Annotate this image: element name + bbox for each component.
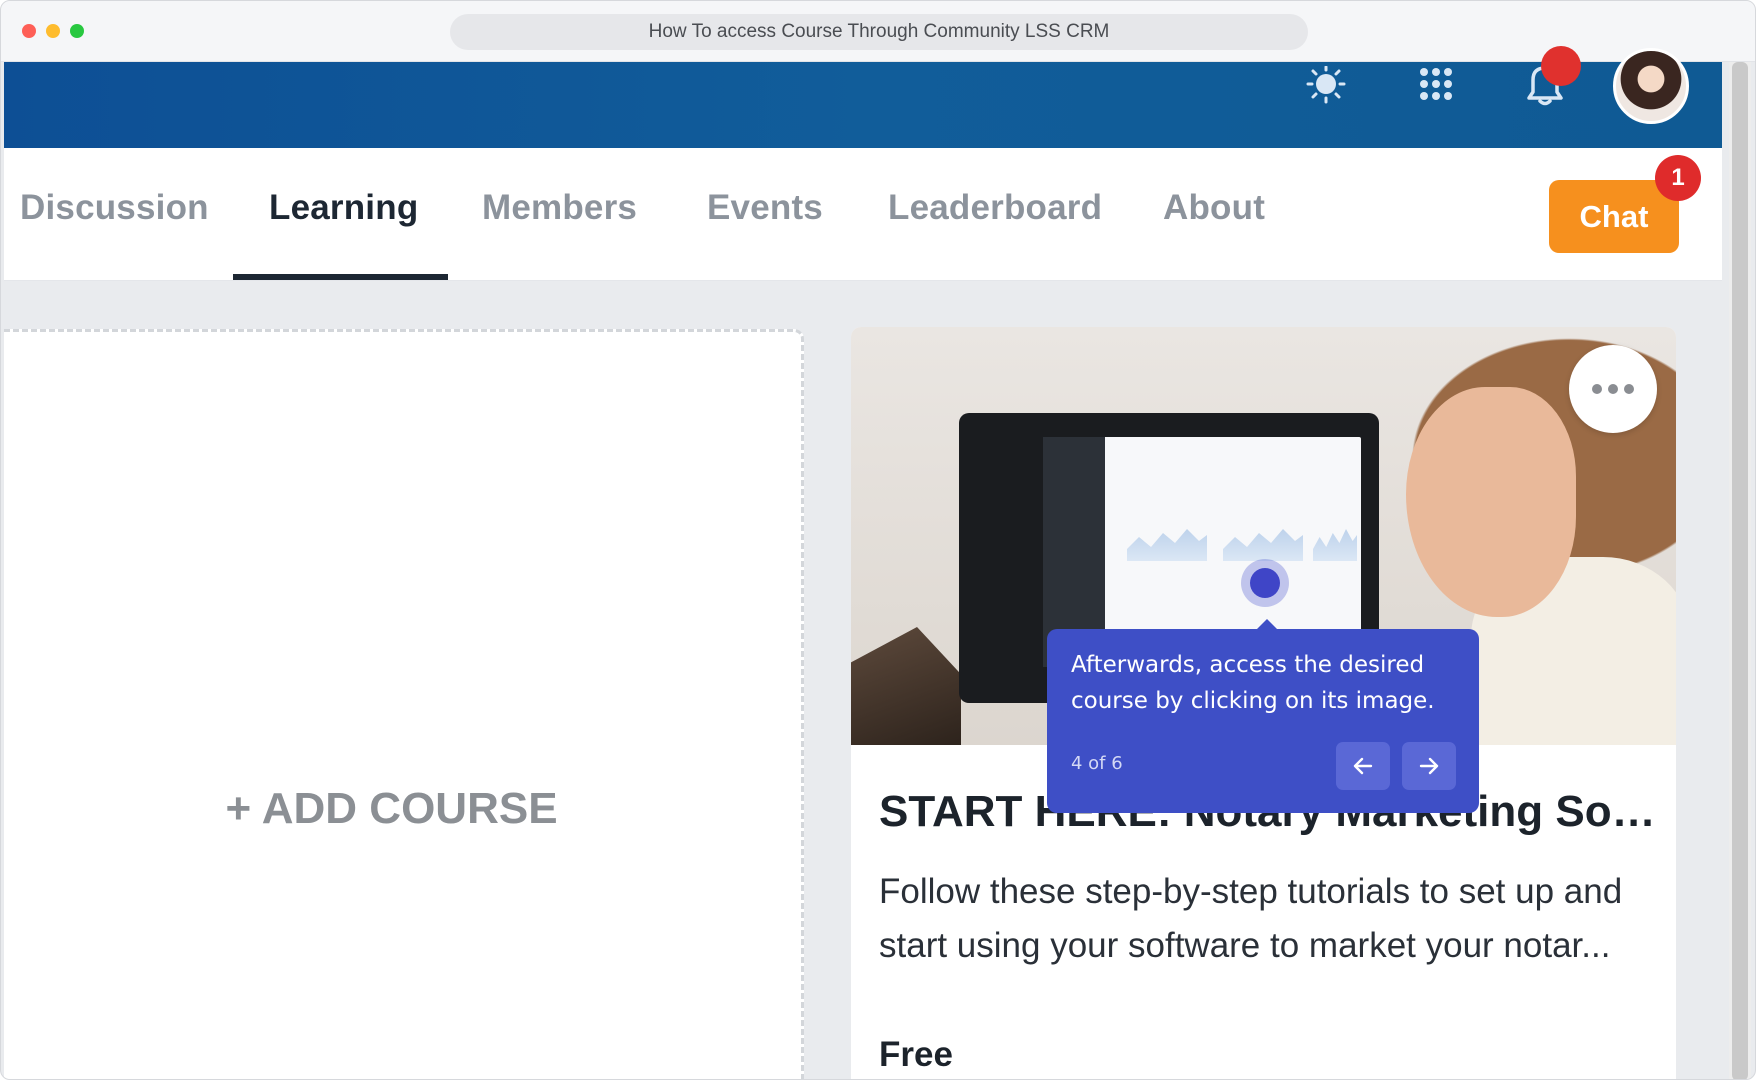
course-description: Follow these step-by-step tutorials to s… — [879, 872, 1623, 965]
minimize-window-button[interactable] — [46, 24, 60, 38]
tab-events[interactable]: Events — [707, 188, 823, 228]
close-window-button[interactable] — [22, 24, 36, 38]
dashboard-screen — [1043, 437, 1361, 667]
scrollbar-thumb[interactable] — [1732, 62, 1748, 1079]
sparkline-2 — [1223, 529, 1303, 561]
dot — [1592, 384, 1602, 394]
dot — [1608, 384, 1618, 394]
avatar[interactable] — [1613, 48, 1689, 124]
tour-prev-button[interactable] — [1336, 742, 1390, 790]
tab-learning[interactable]: Learning — [269, 188, 418, 228]
tab-about[interactable]: About — [1163, 188, 1265, 228]
sparkline-1 — [1127, 529, 1207, 561]
tab-leaderboard[interactable]: Leaderboard — [888, 188, 1102, 228]
chat-badge: 1 — [1655, 155, 1701, 201]
add-course-card[interactable]: + ADD COURSE — [4, 329, 804, 1079]
browser-chrome: How To access Course Through Community L… — [1, 1, 1755, 62]
scrollbar[interactable] — [1729, 62, 1751, 1079]
tab-bar: Discussion Learning Members Events Leade… — [4, 148, 1722, 281]
tour-text: Afterwards, access the desired course by… — [1071, 652, 1435, 714]
add-course-label: + ADD COURSE — [225, 784, 558, 833]
course-price: Free — [879, 1035, 953, 1074]
apps-grid-icon[interactable] — [1414, 66, 1458, 110]
tour-hotspot-dot — [1250, 568, 1280, 598]
arrow-left-icon — [1353, 757, 1373, 775]
active-tab-indicator — [233, 274, 448, 280]
tour-hotspot[interactable] — [1241, 559, 1289, 607]
more-dots-icon[interactable] — [1569, 345, 1657, 433]
notification-badge — [1541, 46, 1581, 86]
tour-step-counter: 4 of 6 — [1071, 753, 1123, 774]
app-window: How To access Course Through Community L… — [0, 0, 1756, 1080]
address-bar[interactable]: How To access Course Through Community L… — [450, 14, 1308, 50]
dot — [1624, 384, 1634, 394]
arrow-right-icon — [1419, 757, 1439, 775]
tour-next-button[interactable] — [1402, 742, 1456, 790]
app-header — [4, 46, 1722, 148]
tab-discussion[interactable]: Discussion — [20, 188, 209, 228]
plant-decoration — [851, 627, 961, 745]
tab-members[interactable]: Members — [482, 188, 637, 228]
tour-tooltip: Afterwards, access the desired course by… — [1047, 619, 1479, 813]
sparkline-3 — [1313, 529, 1357, 561]
maximize-window-button[interactable] — [70, 24, 84, 38]
sun-icon[interactable] — [1304, 66, 1348, 110]
